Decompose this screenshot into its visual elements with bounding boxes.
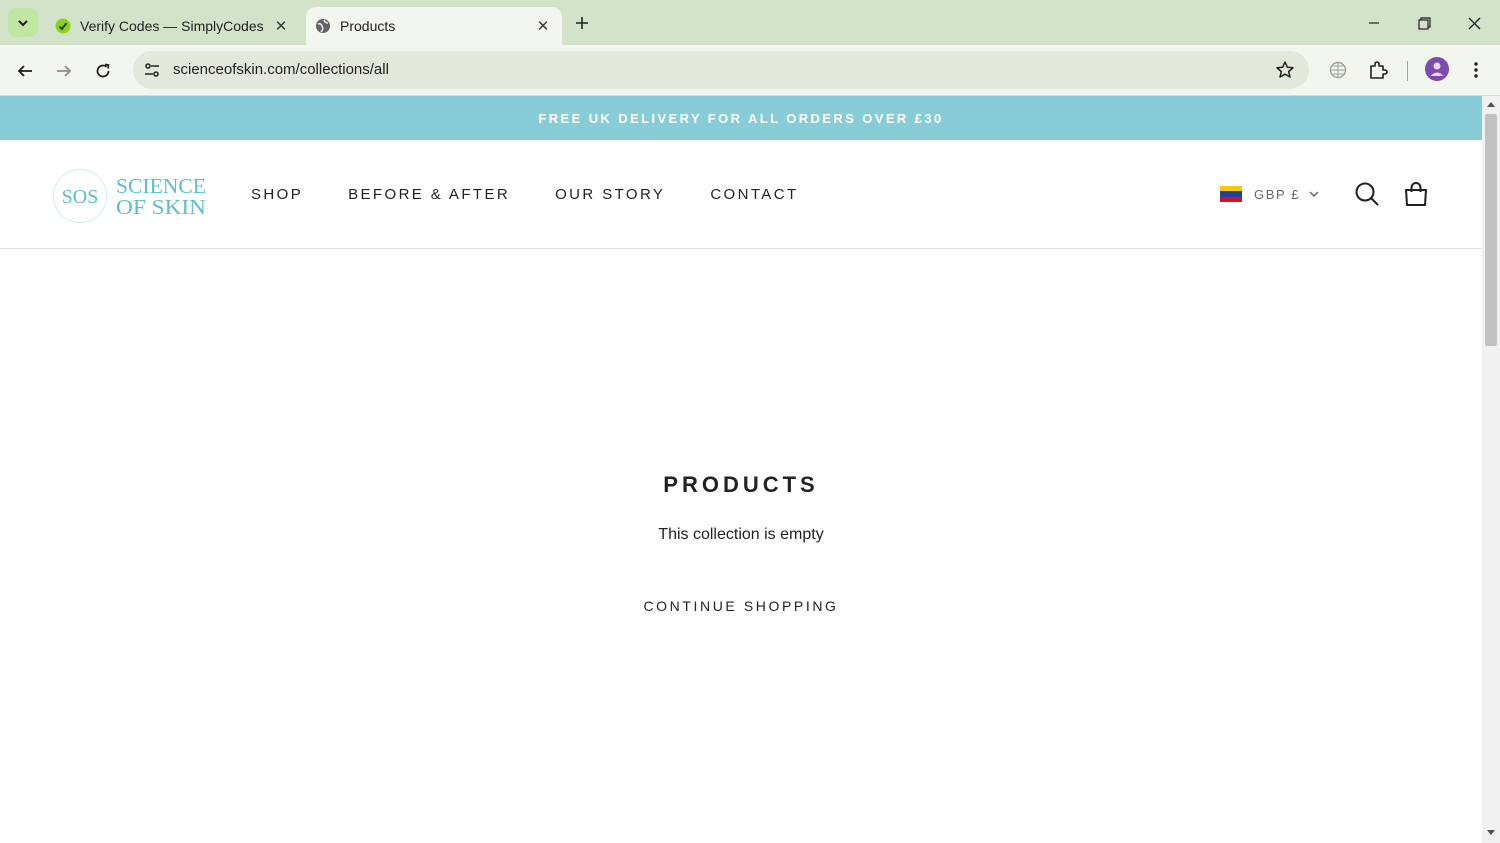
page-scrollbar[interactable]: [1482, 96, 1500, 843]
announcement-bar: FREE UK DELIVERY FOR ALL ORDERS OVER £30: [0, 96, 1482, 140]
back-button[interactable]: [11, 57, 39, 85]
tab-title: Verify Codes — SimplyCodes: [80, 18, 264, 34]
toolbar-separator: [1407, 61, 1408, 81]
bookmark-star-icon[interactable]: [1275, 60, 1295, 80]
tab-products[interactable]: Products ✕: [306, 7, 562, 45]
new-tab-button[interactable]: [570, 11, 594, 35]
tab-strip: Verify Codes — SimplyCodes ✕ Products ✕: [0, 0, 1500, 45]
minimize-button[interactable]: [1359, 8, 1389, 38]
minimize-icon: [1369, 22, 1379, 24]
reload-icon: [96, 63, 110, 78]
nav-our-story[interactable]: OUR STORY: [555, 186, 665, 203]
close-tab-icon[interactable]: ✕: [271, 16, 291, 36]
site-header: SOS SCIENCE OF SKIN SHOP BEFORE & AFTER …: [0, 140, 1482, 249]
nav-contact[interactable]: CONTACT: [710, 186, 798, 203]
profile-avatar[interactable]: [1425, 57, 1449, 81]
restore-button[interactable]: [1409, 8, 1439, 38]
scrollbar-thumb[interactable]: [1485, 114, 1497, 346]
close-window-button[interactable]: [1459, 8, 1489, 38]
globe-grid-icon: [1329, 61, 1347, 79]
puzzle-icon: [1370, 61, 1388, 79]
logo-mark: SOS: [62, 186, 99, 208]
close-icon: [1468, 17, 1480, 29]
scroll-down-arrow[interactable]: [1487, 830, 1495, 835]
more-vertical-icon: [1474, 62, 1478, 78]
logo-line2: OF SKIN: [116, 195, 206, 219]
reload-button[interactable]: [89, 57, 117, 85]
nav-shop[interactable]: SHOP: [251, 186, 303, 203]
currency-selector[interactable]: GBP £: [1220, 186, 1320, 202]
main-nav: SHOP BEFORE & AFTER OUR STORY CONTACT: [251, 186, 844, 203]
tab-simplycodes[interactable]: Verify Codes — SimplyCodes ✕: [46, 7, 300, 45]
address-bar[interactable]: scienceofskin.com/collections/all: [133, 51, 1309, 89]
empty-collection-message: This collection is empty: [658, 526, 824, 543]
page-viewport: FREE UK DELIVERY FOR ALL ORDERS OVER £30…: [0, 96, 1482, 843]
chevron-down-icon: [1309, 191, 1319, 198]
flag-icon: [1220, 186, 1242, 202]
browser-toolbar: scienceofskin.com/collections/all: [0, 45, 1500, 96]
browser-menu-button[interactable]: [1463, 57, 1489, 83]
scroll-up-arrow[interactable]: [1487, 102, 1495, 107]
arrow-right-icon: [57, 65, 72, 77]
plus-icon: [576, 17, 588, 29]
tab-title: Products: [340, 18, 396, 34]
currency-label: GBP £: [1254, 186, 1301, 202]
nav-before-after[interactable]: BEFORE & AFTER: [348, 186, 510, 203]
profile-icon: [1430, 62, 1444, 76]
search-icon[interactable]: [1354, 181, 1380, 207]
site-logo[interactable]: SOS SCIENCE OF SKIN: [52, 168, 212, 224]
cart-bag-icon[interactable]: [1403, 181, 1429, 207]
extensions-button[interactable]: [1365, 57, 1391, 83]
close-tab-icon[interactable]: ✕: [533, 16, 553, 36]
chevron-down-icon: [18, 19, 28, 26]
translate-extension-button[interactable]: [1325, 57, 1351, 83]
arrow-left-icon: [17, 65, 32, 77]
site-settings-icon[interactable]: [142, 60, 162, 80]
page-title: PRODUCTS: [663, 472, 819, 497]
simplycodes-favicon-icon: [55, 18, 71, 34]
tab-search-button[interactable]: [8, 8, 38, 37]
url-text: scienceofskin.com/collections/all: [173, 61, 389, 78]
restore-icon: [1417, 16, 1431, 30]
forward-button[interactable]: [50, 57, 78, 85]
globe-icon: [316, 19, 330, 33]
continue-shopping-link[interactable]: CONTINUE SHOPPING: [0, 598, 1482, 614]
